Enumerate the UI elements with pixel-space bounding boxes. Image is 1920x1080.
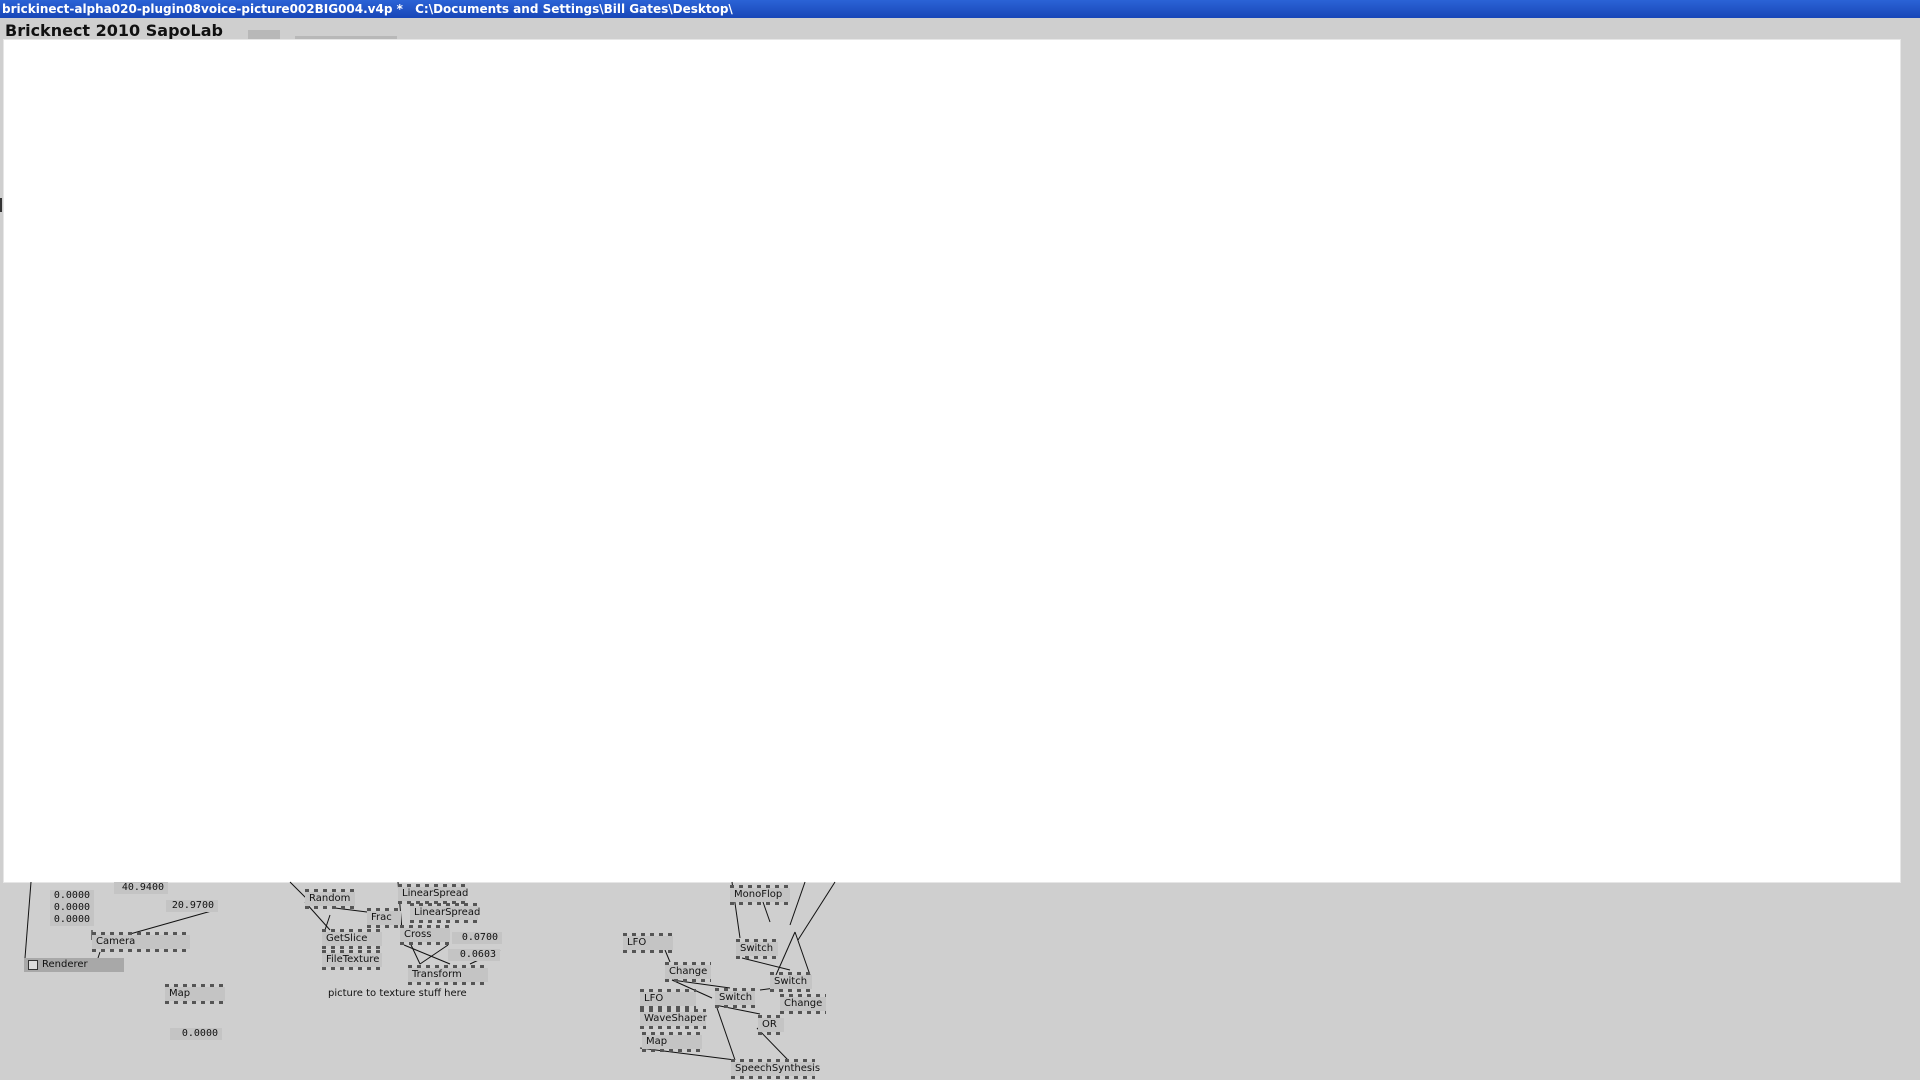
- value-box-40-94[interactable]: 40.9400: [114, 882, 168, 894]
- patch-title: Bricknect 2010 SapoLab: [5, 21, 223, 40]
- cross-node[interactable]: Cross: [400, 925, 450, 945]
- change-node-2[interactable]: Change: [780, 994, 826, 1014]
- linearspread-node-1[interactable]: LinearSpread: [398, 884, 468, 904]
- value-box-20-97[interactable]: 20.9700: [166, 900, 218, 912]
- camera-node[interactable]: Camera: [92, 932, 190, 952]
- top-io-box[interactable]: [248, 30, 280, 40]
- speechsynthesis-node[interactable]: SpeechSynthesis: [731, 1059, 820, 1079]
- value-box-0-07[interactable]: 0.0700: [452, 932, 502, 944]
- value-box-0-0603[interactable]: 0.0603: [448, 949, 500, 961]
- map-node-2[interactable]: Map: [642, 1032, 702, 1052]
- transform-node[interactable]: Transform: [408, 965, 488, 985]
- lfo-node-1[interactable]: LFO: [623, 933, 673, 953]
- value-box-x[interactable]: 0.0000: [50, 890, 94, 902]
- random-node[interactable]: Random: [305, 889, 355, 909]
- change-node-1[interactable]: Change: [665, 962, 711, 982]
- texture-comment: picture to texture stuff here: [328, 988, 467, 999]
- value-box-z[interactable]: 0.0000: [50, 914, 94, 926]
- map-node-1[interactable]: Map: [165, 984, 225, 1004]
- switch-node-3[interactable]: Switch: [770, 972, 812, 992]
- window-title-path: C:\Documents and Settings\Bill Gates\Des…: [415, 2, 733, 16]
- frac-node[interactable]: Frac: [367, 908, 401, 928]
- window-title-bar: brickinect-alpha020-plugin08voice-pictur…: [0, 0, 1920, 18]
- value-box-map-out[interactable]: 0.0000: [170, 1028, 222, 1040]
- filetexture-node[interactable]: FileTexture: [322, 950, 382, 970]
- switch-node-2[interactable]: Switch: [736, 939, 778, 959]
- value-box-y[interactable]: 0.0000: [50, 902, 94, 914]
- linearspread-node-2[interactable]: LinearSpread: [410, 903, 480, 923]
- waveshaper-node[interactable]: WaveShaper: [640, 1009, 707, 1029]
- window-title-filename: brickinect-alpha020-plugin08voice-pictur…: [2, 2, 403, 16]
- or-node[interactable]: OR: [758, 1015, 784, 1035]
- left-edge-marker: [0, 198, 2, 212]
- renderer-checkbox[interactable]: [28, 960, 38, 970]
- lfo-node-2[interactable]: LFO: [640, 989, 696, 1009]
- monoflop-node[interactable]: MonoFlop: [730, 885, 790, 905]
- getslice-node[interactable]: GetSlice: [322, 929, 382, 949]
- renderer-node[interactable]: Renderer: [24, 958, 124, 972]
- renderer-output-window[interactable]: [4, 40, 1900, 882]
- switch-node-1[interactable]: Switch: [715, 988, 755, 1008]
- renderer-node-label: Renderer: [42, 959, 88, 970]
